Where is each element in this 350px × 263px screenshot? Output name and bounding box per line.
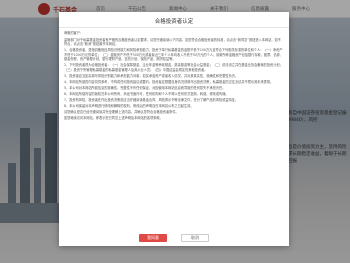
terms-paragraph: 1、合格投资者，是指具备相应风险识别能力和风险承担能力，投资于单只私募基金的金额…: [64, 48, 284, 61]
terms-paragraph: 5、本公司对本网站所载信息的准确性、完整性不作任何保证，对因使用本网站信息而导致…: [64, 85, 226, 90]
terms-paragraph: 7、投资有风险，投资者在作出投资决策前应当仔细阅读基金合同、风险揭示书等法律文件…: [64, 97, 239, 102]
dialog-body[interactable]: 尊敬的客户： 监管部门对于私募基金投资者有严格的合格投资者认定要求，请您仔细阅读…: [64, 31, 284, 226]
cancel-button[interactable]: 取消: [181, 234, 209, 242]
terms-paragraph: 6、本网站所载内容的版权归本公司所有，未经书面许可，任何机构和个人不得以任何形式…: [64, 91, 229, 96]
agree-button[interactable]: 我同意: [139, 234, 167, 242]
terms-paragraph: 3、投资者应当如实填写风险识别能力和承担能力问卷，如实承诺资产或者收入情况，并对…: [64, 73, 239, 78]
dialog-footer: 我同意 取消: [59, 234, 289, 242]
greeting-text: 尊敬的客户：: [64, 31, 84, 35]
terms-paragraph: 2、下列投资者视为合格投资者：（一）社会保障基金、企业年金等养老基金，慈善基金等…: [64, 63, 283, 72]
title-divider: [59, 27, 289, 28]
terms-paragraph: 8、本公司保留对本声明进行修改和解释的权利，修改后的声明自在本网站公布之日起生效…: [64, 103, 194, 108]
terms-paragraph: 请您确认是否已经仔细阅读并完全理解上述内容，并确认您符合合格投资者条件。: [64, 109, 179, 114]
terms-paragraph: 4、本网站所载的内容仅供参考，不构成任何投资建议或要约。投资者应根据自身情况谨慎…: [64, 79, 274, 84]
terms-paragraph: 如您继续访问本网站，即表示您已同意上述声明及本网站的各项条款。: [64, 115, 163, 120]
dialog-title: 合格投资者认定: [154, 19, 194, 25]
terms-paragraph: 监管部门对于私募基金投资者有严格的合格投资者认定要求，请您仔细阅读以下内容，如您…: [64, 37, 281, 47]
qualified-investor-dialog: 合格投资者认定 尊敬的客户： 监管部门对于私募基金投资者有严格的合格投资者认定要…: [59, 12, 289, 246]
